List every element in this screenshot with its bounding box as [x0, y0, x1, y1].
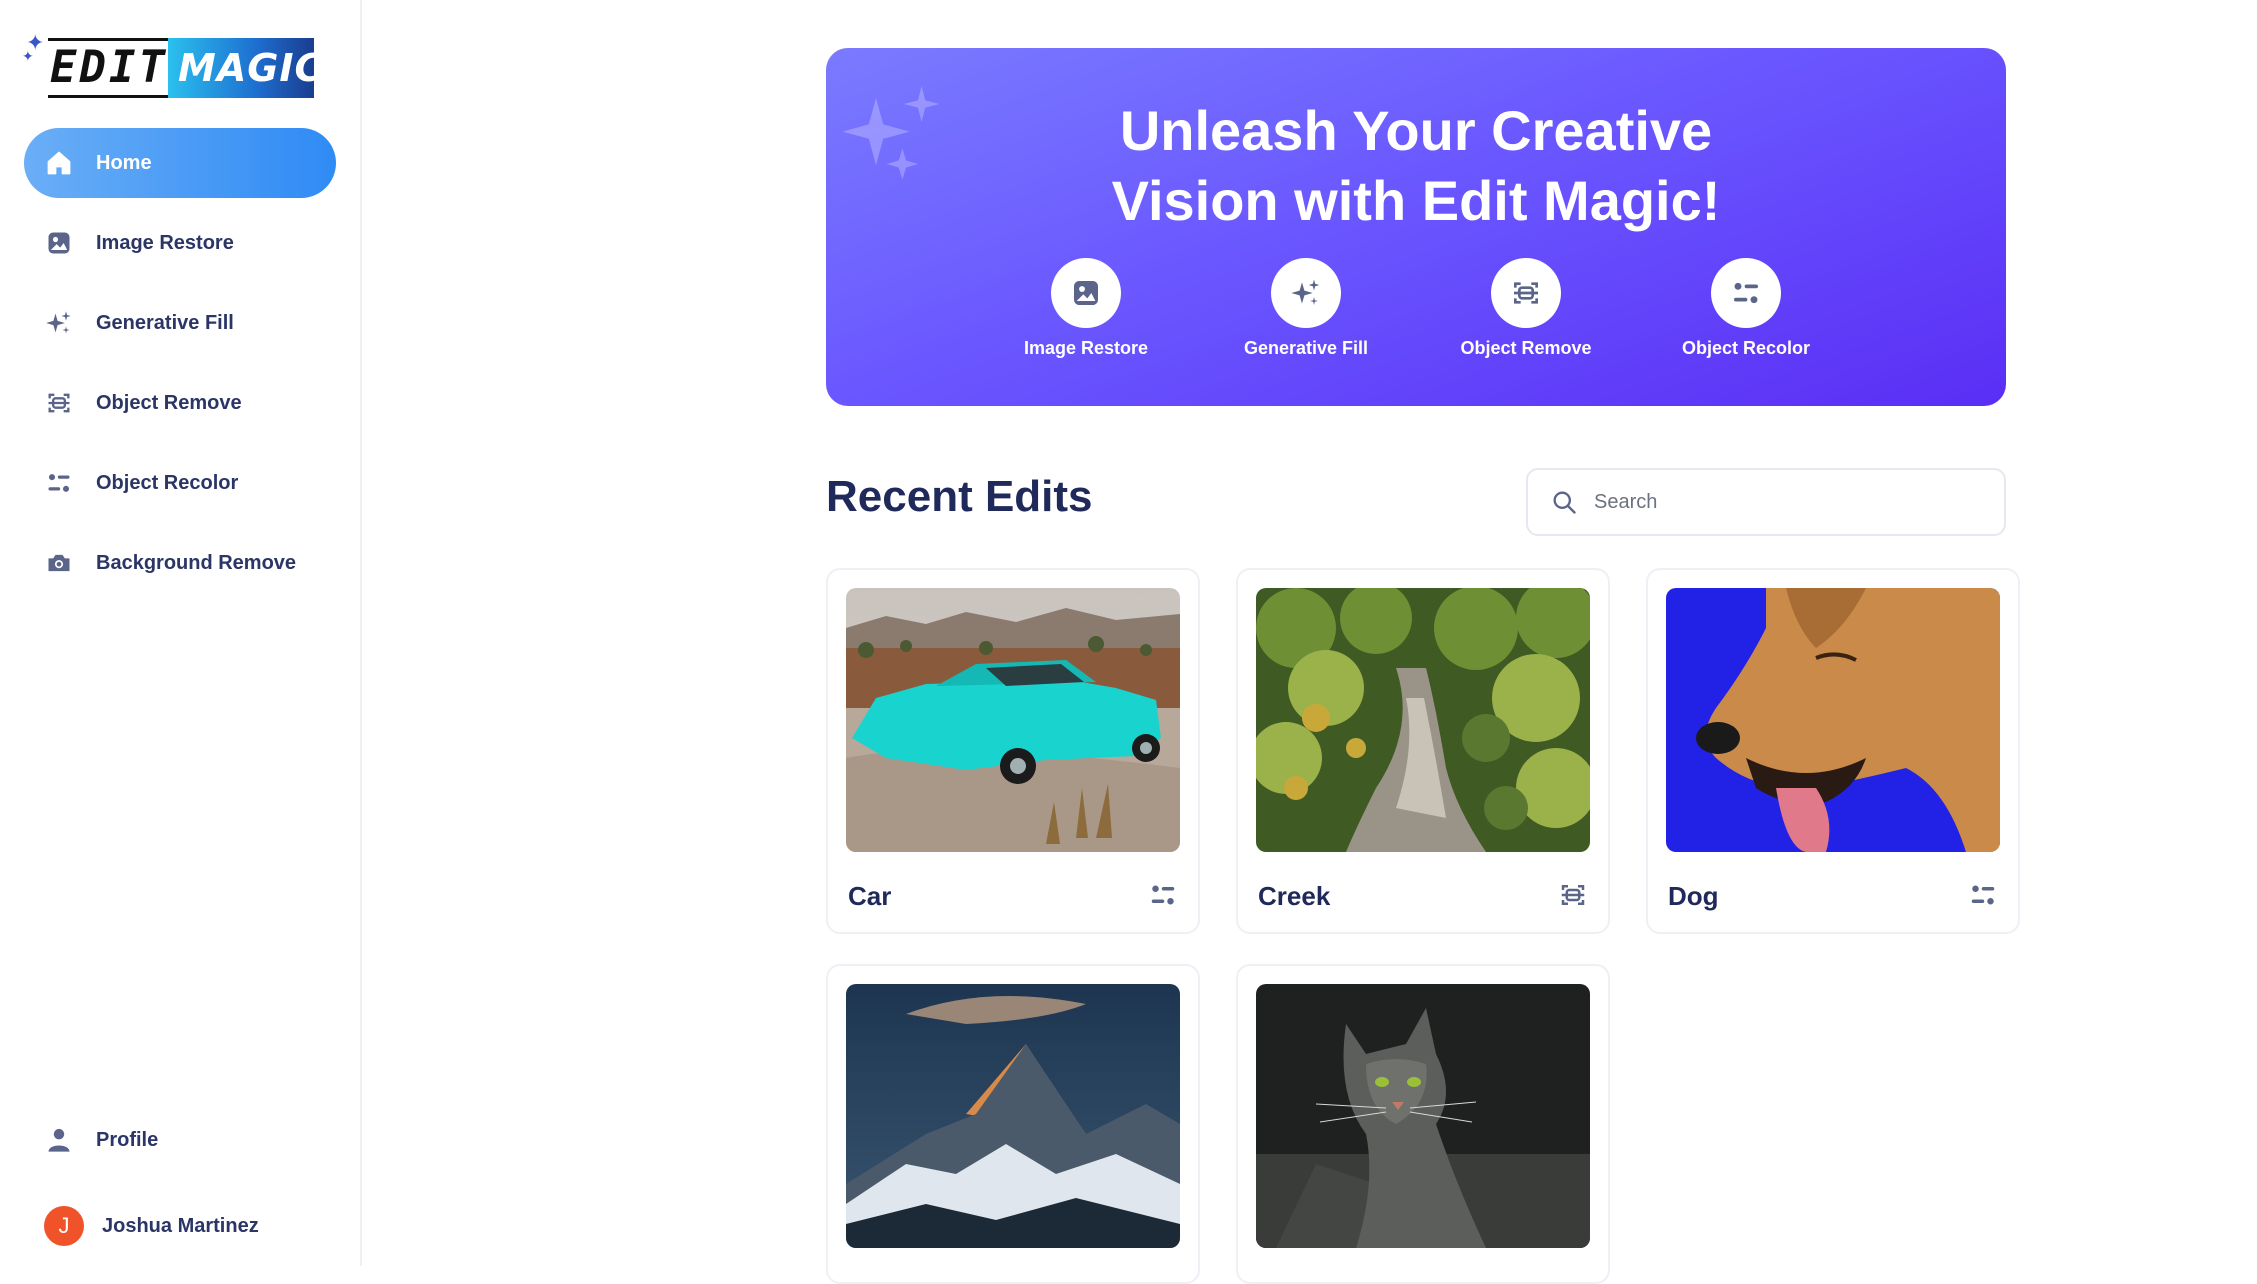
creek-thumbnail[interactable] — [1256, 588, 1590, 852]
sparkle-small-icon: ✦ — [22, 48, 34, 64]
home-icon — [44, 148, 74, 178]
cat-thumbnail[interactable] — [1256, 984, 1590, 1248]
logo-edit-text: EDIT — [48, 38, 170, 98]
object-remove-icon — [1491, 258, 1561, 328]
edit-card-dog[interactable]: Dog — [1646, 568, 2020, 934]
sidebar-item-label: Image Restore — [96, 231, 234, 254]
sparkles-icon — [1271, 258, 1341, 328]
dog-thumbnail[interactable] — [1666, 588, 2000, 852]
sidebar-item-label: Home — [96, 151, 152, 174]
object-recolor-icon — [1968, 880, 1998, 910]
sidebar-item-object-remove[interactable]: Object Remove — [24, 368, 336, 438]
hero-title-line1: Unleash Your Creative — [1119, 99, 1713, 162]
sidebar-item-label: Object Remove — [96, 391, 242, 414]
sidebar-item-label: Object Recolor — [96, 471, 239, 494]
sidebar-item-object-recolor[interactable]: Object Recolor — [24, 448, 336, 518]
sidebar-nav: Home Image Restore Generative Fill Objec… — [24, 128, 336, 608]
edit-card-cat[interactable] — [1236, 964, 1610, 1284]
object-recolor-icon — [1148, 880, 1178, 910]
search-input[interactable] — [1594, 490, 1994, 514]
search-box[interactable] — [1526, 468, 2006, 536]
hero-actions: Image Restore Generative Fill Object Rem… — [826, 258, 2006, 359]
hero-action-label: Image Restore — [1023, 338, 1149, 358]
sidebar-item-profile[interactable]: Profile — [24, 1110, 336, 1170]
car-thumbnail[interactable] — [846, 588, 1180, 852]
sidebar-item-label: Background Remove — [96, 551, 297, 574]
edit-card-title: Dog — [1668, 881, 1719, 911]
hero-action-generative-fill[interactable]: Generative Fill — [1215, 258, 1397, 359]
hero-action-label: Generative Fill — [1243, 338, 1369, 358]
sparkles-icon — [44, 308, 74, 338]
hero-action-object-remove[interactable]: Object Remove — [1435, 258, 1617, 359]
hero-title-line2: Vision with Edit Magic! — [1111, 169, 1721, 232]
object-recolor-icon — [44, 468, 74, 498]
hero-title: Unleash Your Creative Vision with Edit M… — [826, 96, 2006, 236]
hero-action-label: Object Recolor — [1681, 338, 1811, 358]
edit-card-mountain[interactable] — [826, 964, 1200, 1284]
sidebar-item-background-remove[interactable]: Background Remove — [24, 528, 336, 598]
edit-card-title: Creek — [1258, 881, 1331, 911]
current-user[interactable]: J Joshua Martinez — [44, 1204, 259, 1248]
recent-edits-title: Recent Edits — [826, 472, 1093, 521]
edit-card-creek[interactable]: Creek — [1236, 568, 1610, 934]
profile-label: Profile — [96, 1128, 159, 1151]
hero-action-label: Object Remove — [1460, 338, 1592, 358]
hero-action-image-restore[interactable]: Image Restore — [995, 258, 1177, 359]
sidebar-item-home[interactable]: Home — [24, 128, 336, 198]
edit-card-car[interactable]: Car — [826, 568, 1200, 934]
hero-banner: Unleash Your Creative Vision with Edit M… — [826, 48, 2006, 406]
object-recolor-icon — [1711, 258, 1781, 328]
sidebar: ✦ ✦ EDIT MAGIC Home Image Restore Genera… — [0, 0, 362, 1266]
logo-magic-text: MAGIC — [168, 38, 322, 98]
user-icon — [44, 1125, 74, 1155]
avatar: J — [44, 1206, 84, 1246]
hero-action-object-recolor[interactable]: Object Recolor — [1655, 258, 1837, 359]
image-restore-icon — [44, 228, 74, 258]
sidebar-item-generative-fill[interactable]: Generative Fill — [24, 288, 336, 358]
object-remove-icon — [1558, 880, 1588, 910]
app-logo[interactable]: ✦ ✦ EDIT MAGIC — [22, 30, 322, 100]
camera-icon — [44, 548, 74, 578]
object-remove-icon — [44, 388, 74, 418]
user-name: Joshua Martinez — [102, 1214, 259, 1237]
sidebar-item-image-restore[interactable]: Image Restore — [24, 208, 336, 278]
search-icon — [1553, 491, 1576, 514]
mountain-thumbnail[interactable] — [846, 984, 1180, 1248]
sidebar-item-label: Generative Fill — [96, 311, 234, 334]
edit-card-title: Car — [848, 881, 892, 911]
image-restore-icon — [1051, 258, 1121, 328]
